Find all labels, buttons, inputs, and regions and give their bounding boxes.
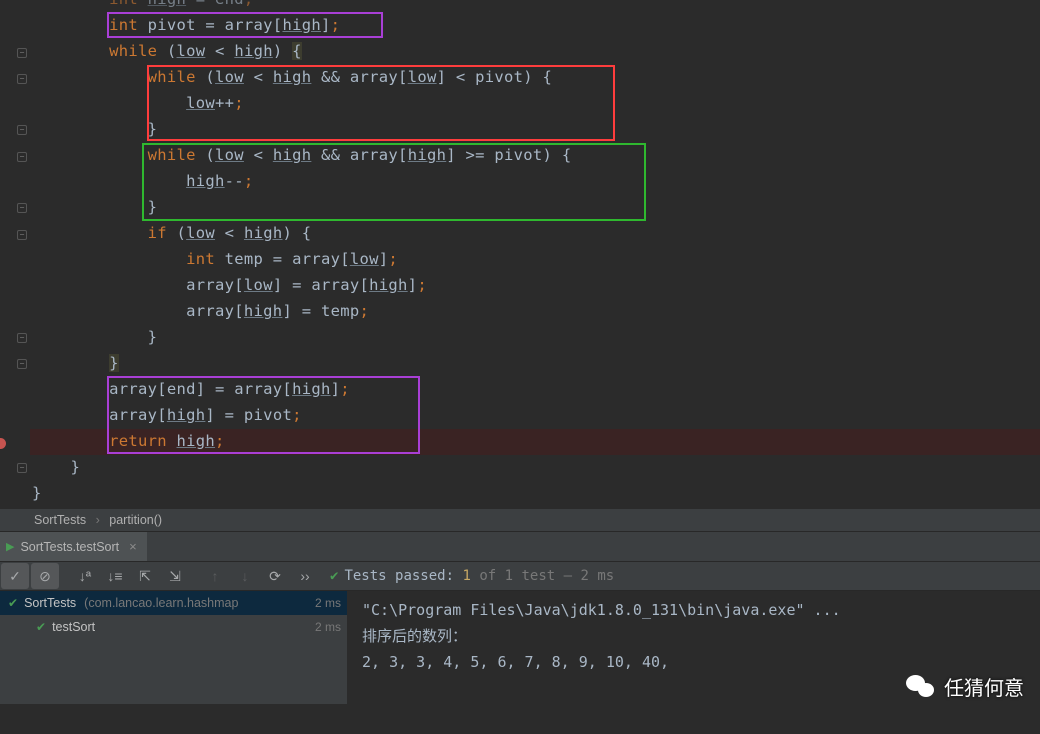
close-icon[interactable]: × <box>129 539 137 554</box>
check-icon: ✔ <box>36 620 46 634</box>
next-failed-button[interactable]: ↓ <box>231 563 259 589</box>
fold-icon[interactable]: − <box>17 463 27 473</box>
test-runner-body: ✔ SortTests (com.lancao.learn.hashmap 2 … <box>0 591 1040 704</box>
show-passed-button[interactable]: ✓ <box>1 563 29 589</box>
more-button[interactable]: ›› <box>291 563 319 589</box>
breadcrumb[interactable]: SortTests › partition() <box>0 508 1040 531</box>
prev-failed-button[interactable]: ↑ <box>201 563 229 589</box>
tree-node-package: (com.lancao.learn.hashmap <box>84 596 238 610</box>
breakpoint-icon[interactable] <box>0 438 6 449</box>
watermark: 任猜何意 <box>904 670 1024 702</box>
sort-button[interactable]: ↓ª <box>71 563 99 589</box>
breadcrumb-separator-icon: › <box>96 513 100 527</box>
code-line: return high; <box>32 428 1040 454</box>
code-line: } <box>32 350 1040 376</box>
code-line: array[high] = pivot; <box>32 402 1040 428</box>
check-icon: ✔ <box>8 596 18 610</box>
fold-icon[interactable]: − <box>17 359 27 369</box>
test-status-text: ✔Tests passed: 1 of 1 test – 2 ms <box>330 568 614 584</box>
console-line: "C:\Program Files\Java\jdk1.8.0_131\bin\… <box>362 597 1026 623</box>
code-line: array[end] = array[high]; <box>32 376 1040 402</box>
run-tool-tabs: ▶ SortTests.testSort × <box>0 531 1040 561</box>
code-editor[interactable]: − − − − − − − − − int high = end; int pi… <box>0 0 1040 508</box>
run-tab[interactable]: ▶ SortTests.testSort × <box>0 532 147 561</box>
test-tree-item[interactable]: ✔ testSort 2 ms <box>0 615 347 639</box>
editor-gutter: − − − − − − − − − <box>0 0 30 508</box>
code-line: while (low < high && array[low] < pivot)… <box>32 64 1040 90</box>
history-button[interactable]: ⟳ <box>261 563 289 589</box>
sort-by-duration-button[interactable]: ↓≡ <box>101 563 129 589</box>
code-line: } <box>32 324 1040 350</box>
code-line: int high = end; <box>32 0 1040 12</box>
fold-icon[interactable]: − <box>17 74 27 84</box>
show-ignored-button[interactable]: ⊘ <box>31 563 59 589</box>
tree-node-duration: 2 ms <box>315 596 341 610</box>
code-line: low++; <box>32 90 1040 116</box>
fold-icon[interactable]: − <box>17 125 27 135</box>
watermark-text: 任猜何意 <box>944 672 1024 701</box>
run-icon: ▶ <box>6 540 14 553</box>
code-content[interactable]: int high = end; int pivot = array[high];… <box>30 0 1040 508</box>
fold-icon[interactable]: − <box>17 152 27 162</box>
test-toolbar: ✓ ⊘ ↓ª ↓≡ ⇱ ⇲ ↑ ↓ ⟳ ›› ✔Tests passed: 1 … <box>0 561 1040 591</box>
code-line: array[high] = temp; <box>32 298 1040 324</box>
code-line: if (low < high) { <box>32 220 1040 246</box>
console-line: 排序后的数列： <box>362 623 1026 649</box>
fold-icon[interactable]: − <box>17 333 27 343</box>
fold-icon[interactable]: − <box>17 48 27 58</box>
test-tree-root[interactable]: ✔ SortTests (com.lancao.learn.hashmap 2 … <box>0 591 347 615</box>
expand-all-button[interactable]: ⇱ <box>131 563 159 589</box>
code-line: int pivot = array[high]; <box>32 12 1040 38</box>
code-line: int temp = array[low]; <box>32 246 1040 272</box>
code-line: while (low < high) { <box>32 38 1040 64</box>
code-line: } <box>32 480 1040 506</box>
code-line: while (low < high && array[high] >= pivo… <box>32 142 1040 168</box>
test-tree[interactable]: ✔ SortTests (com.lancao.learn.hashmap 2 … <box>0 591 348 704</box>
run-tab-label: SortTests.testSort <box>20 540 119 554</box>
code-line: } <box>32 454 1040 480</box>
tree-node-label: SortTests <box>24 596 76 610</box>
breadcrumb-method[interactable]: partition() <box>109 513 162 527</box>
wechat-icon <box>904 670 936 702</box>
check-icon: ✔ <box>330 568 338 584</box>
tree-node-duration: 2 ms <box>315 620 341 634</box>
code-line: } <box>32 116 1040 142</box>
breadcrumb-class[interactable]: SortTests <box>34 513 86 527</box>
code-line: high--; <box>32 168 1040 194</box>
code-line: array[low] = array[high]; <box>32 272 1040 298</box>
fold-icon[interactable]: − <box>17 203 27 213</box>
tree-node-label: testSort <box>52 620 95 634</box>
collapse-all-button[interactable]: ⇲ <box>161 563 189 589</box>
code-line: } <box>32 194 1040 220</box>
fold-icon[interactable]: − <box>17 230 27 240</box>
